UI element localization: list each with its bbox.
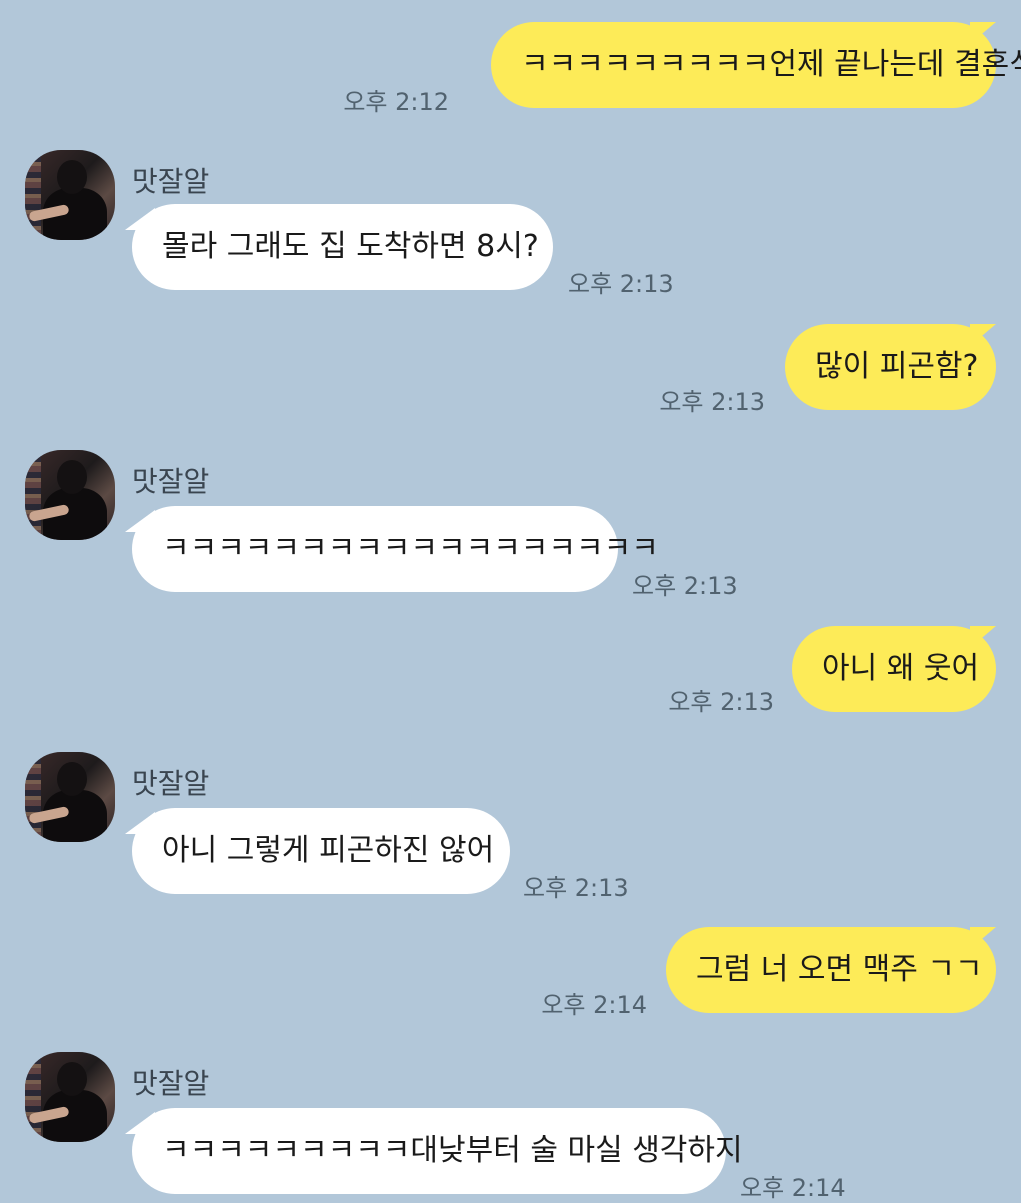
bubble-tail: [970, 324, 996, 346]
bubble-tail: [970, 626, 996, 648]
bubble-tail: [125, 510, 155, 532]
message-time: 오후 2:14: [740, 1174, 846, 1202]
contact-avatar[interactable]: [25, 150, 115, 240]
bubble-tail: [970, 22, 996, 44]
message-row: 맛잘알 ㅋㅋㅋㅋㅋㅋㅋㅋㅋ대낮부터 술 마실 생각하지 오후 2:14: [0, 1052, 1021, 1202]
sender-name: 맛잘알: [132, 165, 210, 198]
message-time: 오후 2:14: [541, 991, 647, 1019]
message-time: 오후 2:12: [343, 88, 449, 116]
message-text: 많이 피곤함?: [815, 349, 979, 384]
message-text: 아니 그렇게 피곤하진 않어: [162, 833, 495, 868]
message-text: 그럼 너 오면 맥주 ㄱㄱ: [696, 952, 983, 987]
message-text: 아니 왜 웃어: [822, 651, 980, 686]
message-time: 오후 2:13: [632, 572, 738, 600]
bubble-tail: [970, 927, 996, 949]
my-message-bubble[interactable]: ㅋㅋㅋㅋㅋㅋㅋㅋㅋ언제 끝나는데 결혼식: [491, 22, 1021, 108]
message-row: 맛잘알 아니 그렇게 피곤하진 않어 오후 2:13: [0, 752, 1021, 902]
sender-name: 맛잘알: [132, 767, 210, 800]
message-time: 오후 2:13: [523, 874, 629, 902]
contact-avatar[interactable]: [25, 450, 115, 540]
contact-avatar[interactable]: [25, 752, 115, 842]
message-row: 오후 2:14 그럼 너 오면 맥주 ㄱㄱ: [0, 927, 1021, 1019]
sender-name: 맛잘알: [132, 1067, 210, 1100]
message-row: 오후 2:12 ㅋㅋㅋㅋㅋㅋㅋㅋㅋ언제 끝나는데 결혼식: [0, 22, 1021, 116]
sender-name: 맛잘알: [132, 465, 210, 498]
message-text: ㅋㅋㅋㅋㅋㅋㅋㅋㅋ대낮부터 술 마실 생각하지: [162, 1133, 743, 1168]
their-message-bubble[interactable]: 몰라 그래도 집 도착하면 8시?: [125, 204, 553, 290]
message-row: 오후 2:13 아니 왜 웃어: [0, 626, 1021, 716]
bubble-tail: [125, 1112, 155, 1134]
contact-avatar[interactable]: [25, 1052, 115, 1142]
message-time: 오후 2:13: [659, 388, 765, 416]
message-row: 오후 2:13 많이 피곤함?: [0, 324, 1021, 416]
message-text: ㅋㅋㅋㅋㅋㅋㅋㅋㅋ언제 끝나는데 결혼식: [521, 47, 1021, 82]
message-time: 오후 2:13: [668, 688, 774, 716]
bubble-tail: [125, 208, 155, 230]
their-message-bubble[interactable]: ㅋㅋㅋㅋㅋㅋㅋㅋㅋ대낮부터 술 마실 생각하지: [125, 1108, 743, 1194]
their-message-bubble[interactable]: 아니 그렇게 피곤하진 않어: [125, 808, 510, 894]
my-message-bubble[interactable]: 많이 피곤함?: [785, 324, 996, 410]
message-row: 맛잘알 ㅋㅋㅋㅋㅋㅋㅋㅋㅋㅋㅋㅋㅋㅋㅋㅋㅋㅋ 오후 2:13: [0, 450, 1021, 600]
bubble-tail: [125, 812, 155, 834]
message-row: 맛잘알 몰라 그래도 집 도착하면 8시? 오후 2:13: [0, 150, 1021, 298]
message-time: 오후 2:13: [568, 270, 674, 298]
their-message-bubble[interactable]: ㅋㅋㅋㅋㅋㅋㅋㅋㅋㅋㅋㅋㅋㅋㅋㅋㅋㅋ: [125, 506, 659, 592]
message-text: 몰라 그래도 집 도착하면 8시?: [162, 229, 539, 264]
message-text: ㅋㅋㅋㅋㅋㅋㅋㅋㅋㅋㅋㅋㅋㅋㅋㅋㅋㅋ: [162, 531, 659, 566]
my-message-bubble[interactable]: 아니 왜 웃어: [792, 626, 996, 712]
my-message-bubble[interactable]: 그럼 너 오면 맥주 ㄱㄱ: [666, 927, 996, 1013]
